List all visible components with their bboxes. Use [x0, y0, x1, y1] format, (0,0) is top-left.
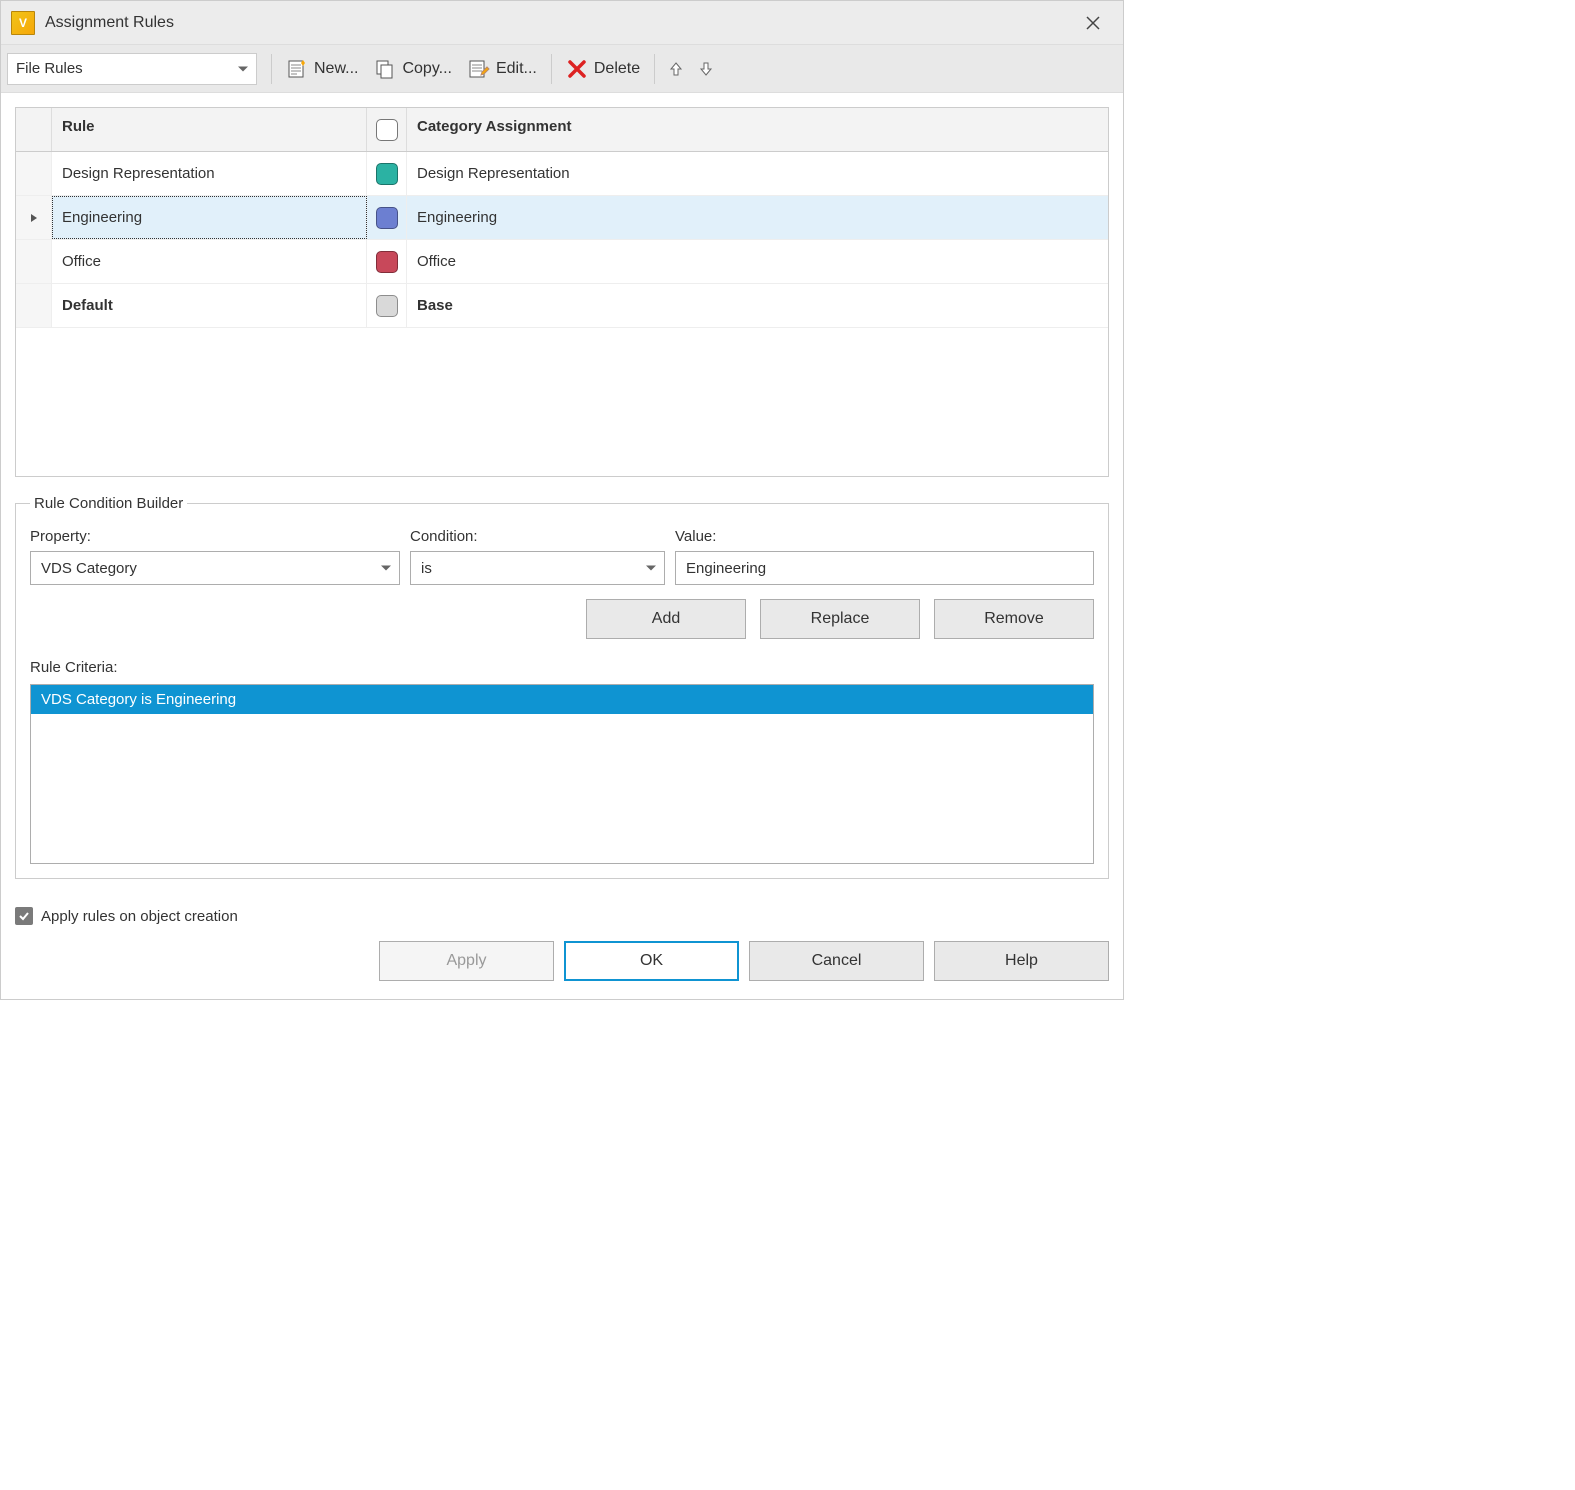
builder-inputs-row: Property: VDS Category Condition: is Val…	[30, 528, 1094, 585]
table-row[interactable]: Default Base	[16, 284, 1108, 328]
row-indicator	[16, 240, 52, 283]
category-cell: Office	[407, 240, 1108, 283]
footer: Apply rules on object creation Apply OK …	[1, 893, 1123, 999]
copy-label: Copy...	[402, 60, 452, 78]
titlebar: V Assignment Rules	[1, 1, 1123, 45]
content-area: Rule Category Assignment Design Represen…	[1, 93, 1123, 893]
dialog-buttons: Apply OK Cancel Help	[15, 941, 1109, 981]
delete-button[interactable]: Delete	[558, 51, 648, 87]
empty-swatch-icon	[376, 119, 398, 141]
copy-button[interactable]: Copy...	[366, 51, 460, 87]
edit-icon	[468, 58, 490, 80]
table-row[interactable]: Engineering Engineering	[16, 196, 1108, 240]
condition-label: Condition:	[410, 528, 665, 545]
condition-selector[interactable]: is	[410, 551, 665, 585]
rule-type-selector[interactable]: File Rules	[7, 53, 257, 85]
new-label: New...	[314, 60, 358, 78]
swatch-cell	[367, 196, 407, 239]
edit-button[interactable]: Edit...	[460, 51, 545, 87]
row-indicator	[16, 152, 52, 195]
condition-column: Condition: is	[410, 528, 665, 585]
color-swatch-icon	[376, 207, 398, 229]
toolbar-divider	[654, 54, 655, 84]
rule-type-value: File Rules	[16, 60, 83, 77]
swatch-cell	[367, 284, 407, 327]
apply-on-creation-label: Apply rules on object creation	[41, 908, 238, 925]
rules-grid: Rule Category Assignment Design Represen…	[15, 107, 1109, 477]
grid-body: Design Representation Design Representati…	[16, 152, 1108, 476]
current-row-icon	[29, 213, 39, 223]
app-icon: V	[11, 11, 35, 35]
new-icon	[286, 58, 308, 80]
close-button[interactable]	[1073, 3, 1113, 43]
color-swatch-icon	[376, 163, 398, 185]
grid-header: Rule Category Assignment	[16, 108, 1108, 152]
color-swatch-icon	[376, 251, 398, 273]
grid-header-indicator	[16, 108, 52, 151]
grid-header-swatch	[367, 108, 407, 151]
property-value: VDS Category	[41, 560, 137, 577]
category-cell: Base	[407, 284, 1108, 327]
remove-button[interactable]: Remove	[934, 599, 1094, 639]
ok-button[interactable]: OK	[564, 941, 739, 981]
apply-button[interactable]: Apply	[379, 941, 554, 981]
rule-cell: Engineering	[52, 196, 367, 239]
replace-button[interactable]: Replace	[760, 599, 920, 639]
toolbar-divider	[271, 54, 272, 84]
rule-cell: Design Representation	[52, 152, 367, 195]
toolbar: File Rules New... Copy... Edit...	[1, 45, 1123, 93]
builder-buttons-row: Add Replace Remove	[30, 599, 1094, 639]
row-indicator	[16, 284, 52, 327]
add-button[interactable]: Add	[586, 599, 746, 639]
swatch-cell	[367, 152, 407, 195]
grid-header-rule[interactable]: Rule	[52, 108, 367, 151]
chevron-down-icon	[238, 66, 248, 71]
criteria-label: Rule Criteria:	[30, 659, 1094, 676]
criteria-item[interactable]: VDS Category is Engineering	[31, 685, 1093, 714]
help-button[interactable]: Help	[934, 941, 1109, 981]
move-down-button[interactable]	[691, 51, 721, 87]
chevron-down-icon	[381, 566, 391, 571]
property-selector[interactable]: VDS Category	[30, 551, 400, 585]
delete-label: Delete	[594, 60, 640, 78]
builder-legend: Rule Condition Builder	[30, 495, 187, 512]
swatch-cell	[367, 240, 407, 283]
arrow-down-icon	[698, 61, 714, 77]
row-indicator	[16, 196, 52, 239]
apply-on-creation-row: Apply rules on object creation	[15, 907, 1109, 925]
copy-icon	[374, 58, 396, 80]
rule-condition-builder: Rule Condition Builder Property: VDS Cat…	[15, 495, 1109, 879]
rule-cell: Default	[52, 284, 367, 327]
category-cell: Design Representation	[407, 152, 1108, 195]
property-column: Property: VDS Category	[30, 528, 400, 585]
category-cell: Engineering	[407, 196, 1108, 239]
rule-cell: Office	[52, 240, 367, 283]
grid-header-category[interactable]: Category Assignment	[407, 108, 1108, 151]
color-swatch-icon	[376, 295, 398, 317]
close-icon	[1086, 16, 1100, 30]
value-text: Engineering	[686, 560, 766, 577]
criteria-list[interactable]: VDS Category is Engineering	[30, 684, 1094, 864]
toolbar-divider	[551, 54, 552, 84]
window-title: Assignment Rules	[45, 14, 1073, 32]
assignment-rules-dialog: V Assignment Rules File Rules New... Cop…	[0, 0, 1124, 1000]
chevron-down-icon	[646, 566, 656, 571]
table-row[interactable]: Office Office	[16, 240, 1108, 284]
delete-icon	[566, 58, 588, 80]
value-input[interactable]: Engineering	[675, 551, 1094, 585]
move-up-button[interactable]	[661, 51, 691, 87]
table-row[interactable]: Design Representation Design Representati…	[16, 152, 1108, 196]
new-button[interactable]: New...	[278, 51, 366, 87]
value-label: Value:	[675, 528, 1094, 545]
cancel-button[interactable]: Cancel	[749, 941, 924, 981]
value-column: Value: Engineering	[675, 528, 1094, 585]
apply-on-creation-checkbox[interactable]	[15, 907, 33, 925]
check-icon	[18, 910, 30, 922]
edit-label: Edit...	[496, 60, 537, 78]
property-label: Property:	[30, 528, 400, 545]
arrow-up-icon	[668, 61, 684, 77]
condition-value: is	[421, 560, 432, 577]
